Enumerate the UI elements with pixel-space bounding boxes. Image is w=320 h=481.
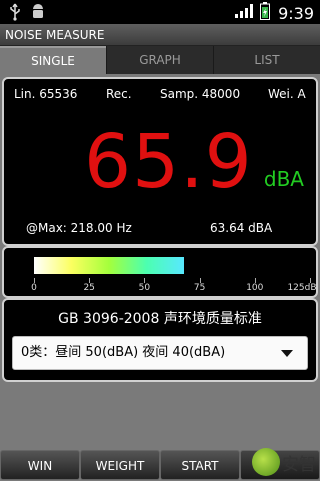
battery-charging-icon	[260, 2, 271, 24]
app-title: NOISE MEASURE	[0, 24, 320, 46]
level-display: Lin. 65536 Rec. Samp. 48000 Wei. A 65.9 …	[2, 77, 318, 246]
win-button[interactable]: WIN	[0, 450, 80, 480]
record-label: Rec.	[106, 87, 132, 101]
dropdown-arrow-icon	[281, 350, 293, 357]
watermark: 安智	[250, 444, 320, 480]
level-meter: 0 25 50 75 100 125dB	[2, 246, 318, 298]
current-level-reading: 65.9	[84, 119, 253, 205]
scale-label: 25	[83, 283, 95, 293]
level-unit: dBA	[263, 167, 304, 191]
level-bar-track	[34, 257, 310, 274]
sample-rate-label: Samp. 48000	[160, 87, 241, 101]
android-debug-icon	[30, 3, 46, 25]
scale-label: 0	[31, 283, 37, 293]
max-level: 63.64 dBA	[210, 221, 273, 235]
status-bar: 9:39	[0, 0, 320, 24]
fft-length-label: Lin. 65536	[14, 87, 78, 101]
scale-label: 75	[193, 283, 206, 293]
level-bar-fill	[34, 257, 185, 274]
standard-class-value: 0类：昼间 50(dBA) 夜间 40(dBA)	[21, 345, 226, 360]
scale-label: 50	[138, 283, 151, 293]
weighting-label: Wei. A	[268, 87, 306, 101]
tab-bar: SINGLE GRAPH LIST	[0, 46, 320, 74]
watermark-text: 安智	[282, 454, 316, 475]
anzhi-logo-icon	[252, 448, 280, 476]
start-button[interactable]: START	[160, 450, 240, 480]
usb-icon	[8, 3, 22, 25]
tab-graph[interactable]: GRAPH	[106, 46, 213, 74]
noise-standard-panel: GB 3096-2008 声环境质量标准 0类：昼间 50(dBA) 夜间 40…	[2, 298, 318, 382]
signal-icon	[234, 3, 256, 23]
standard-class-select[interactable]: 0类：昼间 50(dBA) 夜间 40(dBA)	[12, 336, 308, 370]
weight-button[interactable]: WEIGHT	[80, 450, 160, 480]
standard-title: GB 3096-2008 声环境质量标准	[58, 311, 262, 327]
tab-list[interactable]: LIST	[213, 46, 320, 74]
tab-single[interactable]: SINGLE	[0, 46, 106, 74]
scale-label: 100	[246, 283, 264, 293]
max-frequency: @Max: 218.00 Hz	[26, 221, 132, 235]
level-scale: 0 25 50 75 100 125dB	[4, 278, 317, 294]
clock: 9:39	[278, 3, 314, 23]
scale-label: 125dB	[287, 283, 317, 293]
